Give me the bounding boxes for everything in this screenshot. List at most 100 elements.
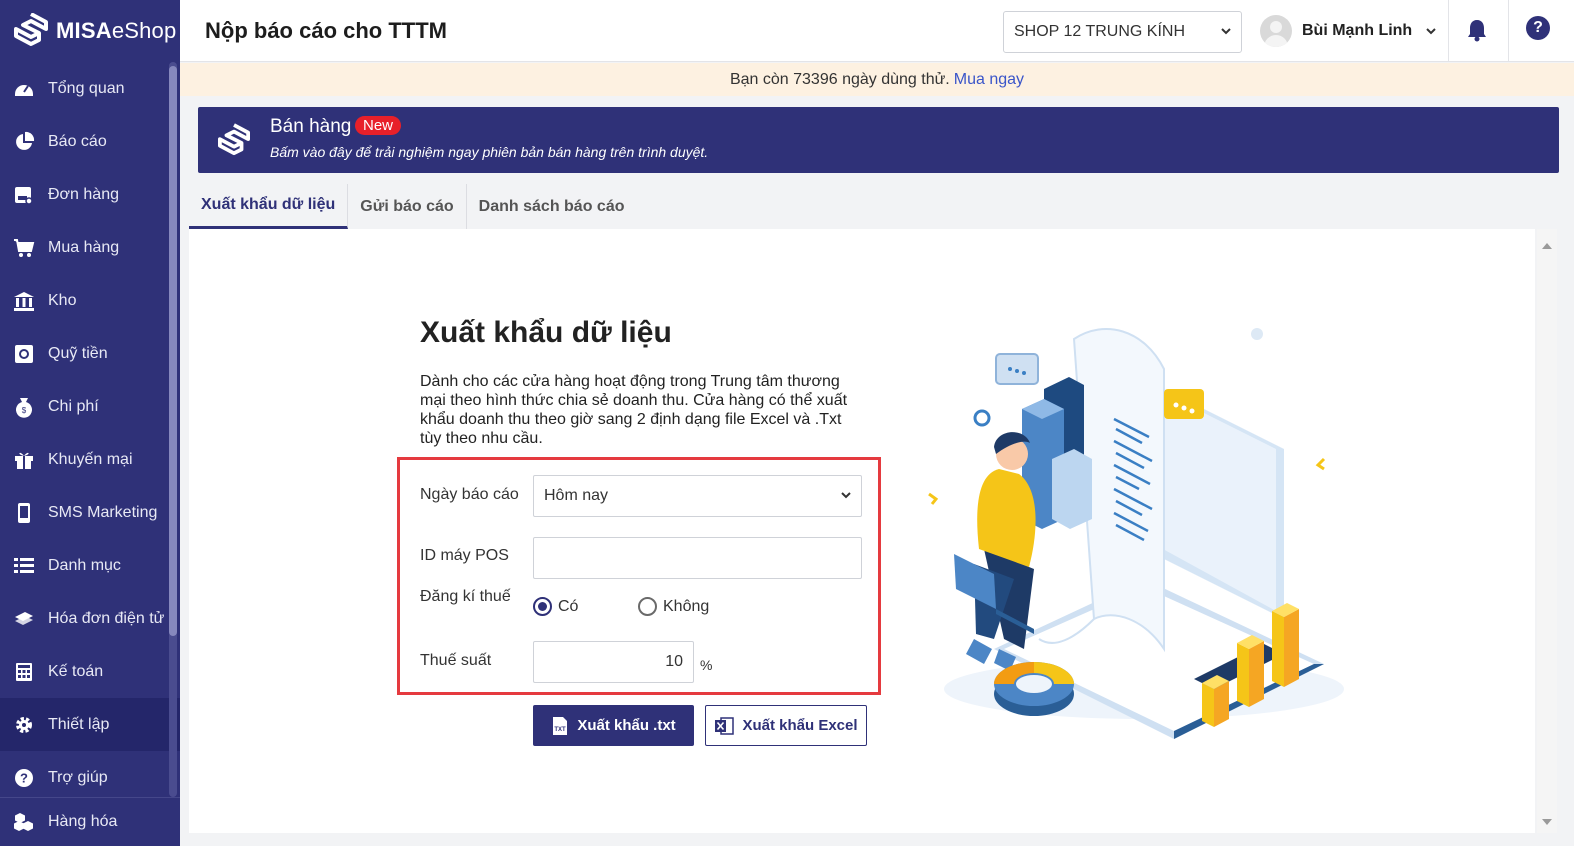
sidebar-item-label: Chi phí	[48, 397, 99, 415]
export-txt-button[interactable]: TXT Xuất khẩu .txt	[533, 705, 694, 746]
shop-select[interactable]: SHOP 12 TRUNG KÍNH	[1003, 11, 1242, 53]
sidebar-item-don-hang[interactable]: Đơn hàng	[0, 168, 180, 221]
sidebar-item-danh-muc[interactable]: Danh mục	[0, 539, 180, 592]
page-title: Nộp báo cáo cho TTTM	[205, 18, 447, 43]
tab-bar: Xuất khẩu dữ liệu Gửi báo cáo Danh sách …	[189, 184, 637, 229]
tax-no-radio[interactable]: Không	[638, 597, 709, 616]
svg-text:?: ?	[20, 770, 28, 785]
txt-file-icon: TXT	[551, 716, 569, 736]
calculator-icon	[12, 660, 36, 684]
section-description: Dành cho các cửa hàng hoạt động trong Tr…	[420, 373, 848, 447]
sidebar-item-ke-toan[interactable]: Kế toán	[0, 645, 180, 698]
app-logo[interactable]: MISAeShop	[0, 0, 180, 62]
notification-bell-icon[interactable]	[1466, 18, 1488, 47]
top-header: Nộp báo cáo cho TTTM SHOP 12 TRUNG KÍNH …	[180, 0, 1574, 62]
sidebar-item-tong-quan[interactable]: Tổng quan	[0, 62, 180, 115]
sidebar-item-bao-cao[interactable]: Báo cáo	[0, 115, 180, 168]
user-menu[interactable]: Bùi Mạnh Linh	[1260, 15, 1438, 47]
sidebar-scrollbar-thumb[interactable]	[169, 66, 177, 636]
export-panel: Xuất khẩu dữ liệu Dành cho các cửa hàng …	[189, 229, 1535, 833]
gear-icon	[12, 713, 36, 737]
sidebar-item-khuyen-mai[interactable]: Khuyến mại	[0, 433, 180, 486]
tax-registration-label: Đăng kí thuế	[420, 588, 511, 605]
sidebar-item-label: Danh mục	[48, 556, 121, 574]
tax-rate-input[interactable]: 10	[533, 641, 694, 683]
misa-logo-icon	[14, 13, 48, 46]
pie-chart-icon	[12, 130, 36, 154]
sidebar-item-label: Đơn hàng	[48, 185, 119, 203]
money-bag-icon: $	[12, 395, 36, 419]
report-date-value: Hôm nay	[544, 487, 609, 504]
export-excel-label: Xuất khẩu Excel	[742, 717, 858, 734]
sidebar-nav: Tổng quan Báo cáo Đơn hàng Mua hàng Kho …	[0, 62, 180, 804]
tab-danh-sach-bao-cao[interactable]: Danh sách báo cáo	[467, 184, 637, 229]
sidebar-item-label: Trợ giúp	[48, 768, 108, 786]
list-icon	[12, 554, 36, 578]
cart-icon	[12, 236, 36, 260]
sidebar-item-sms-marketing[interactable]: SMS Marketing	[0, 486, 180, 539]
sidebar: MISAeShop Tổng quan Báo cáo Đơn hàng Mua…	[0, 0, 180, 846]
help-icon[interactable]: ?	[1526, 16, 1550, 40]
report-date-select[interactable]: Hôm nay	[533, 475, 862, 517]
chevron-down-icon	[841, 492, 851, 499]
sidebar-item-label: Kho	[48, 291, 77, 309]
header-divider	[1508, 0, 1509, 62]
svg-text:$: $	[22, 406, 27, 415]
sidebar-item-quy-tien[interactable]: Quỹ tiền	[0, 327, 180, 380]
export-illustration	[928, 328, 1344, 739]
sidebar-item-mua-hang[interactable]: Mua hàng	[0, 221, 180, 274]
svg-text:TXT: TXT	[555, 727, 567, 733]
order-icon	[12, 183, 36, 207]
tax-rate-unit: %	[700, 657, 713, 673]
sidebar-item-label: Tổng quan	[48, 79, 125, 97]
sidebar-item-kho[interactable]: Kho	[0, 274, 180, 327]
sidebar-item-label: SMS Marketing	[48, 503, 158, 521]
trial-notice: Bạn còn 73396 ngày dùng thử. Mua ngay	[180, 63, 1574, 96]
report-date-label: Ngày báo cáo	[420, 486, 519, 503]
help-icon: ?	[12, 766, 36, 790]
tab-gui-bao-cao[interactable]: Gửi báo cáo	[348, 184, 467, 229]
phone-icon	[12, 501, 36, 525]
header-divider	[1448, 0, 1449, 62]
sidebar-item-label: Khuyến mại	[48, 450, 133, 468]
user-name: Bùi Mạnh Linh	[1302, 22, 1413, 39]
sidebar-item-hoa-don-dien-tu[interactable]: Hóa đơn điện tử	[0, 592, 180, 645]
sidebar-item-label: Quỹ tiền	[48, 344, 108, 362]
tax-rate-label: Thuế suất	[420, 652, 492, 669]
sidebar-item-label: Hàng hóa	[48, 813, 118, 830]
invoice-icon	[12, 607, 36, 631]
avatar	[1260, 15, 1292, 47]
excel-file-icon	[714, 716, 735, 736]
sidebar-item-hang-hoa[interactable]: Hàng hóa	[0, 797, 180, 846]
shop-select-value: SHOP 12 TRUNG KÍNH	[1014, 23, 1186, 40]
export-form: Ngày báo cáo Hôm nay ID máy POS Đăng kí …	[397, 457, 881, 695]
tax-no-label: Không	[663, 597, 710, 615]
export-txt-label: Xuất khẩu .txt	[577, 717, 676, 734]
chevron-down-icon	[1426, 28, 1436, 35]
sidebar-item-chi-phi[interactable]: $ Chi phí	[0, 380, 180, 433]
sidebar-item-label: Báo cáo	[48, 132, 107, 150]
pos-id-input[interactable]	[533, 537, 862, 579]
buy-now-link[interactable]: Mua ngay	[954, 71, 1024, 89]
misa-logo-icon	[218, 123, 250, 156]
warehouse-icon	[12, 289, 36, 313]
safe-icon	[12, 342, 36, 366]
app-name: MISAeShop	[56, 18, 177, 43]
trial-text: Bạn còn 73396 ngày dùng thử.	[729, 70, 950, 88]
content-scrollbar[interactable]	[1537, 229, 1557, 833]
sidebar-item-label: Hóa đơn điện tử	[48, 609, 165, 627]
export-excel-button[interactable]: Xuất khẩu Excel	[705, 705, 867, 746]
sidebar-item-label: Thiết lập	[48, 715, 110, 733]
dashboard-icon	[12, 77, 36, 101]
section-title: Xuất khẩu dữ liệu	[420, 316, 672, 349]
tax-yes-radio[interactable]: Có	[533, 597, 578, 616]
web-sales-banner[interactable]: Bán hàng New Bấm vào đây để trải nghiệm …	[198, 107, 1559, 173]
scroll-up-arrow-icon[interactable]	[1542, 243, 1552, 249]
tab-xuat-khau-du-lieu[interactable]: Xuất khẩu dữ liệu	[189, 184, 349, 229]
radio-unchecked-icon	[638, 597, 657, 616]
sidebar-item-thiet-lap[interactable]: Thiết lập	[0, 698, 180, 751]
scroll-down-arrow-icon[interactable]	[1542, 819, 1552, 825]
new-badge: New	[355, 116, 402, 135]
gift-icon	[12, 448, 36, 472]
tax-yes-label: Có	[558, 597, 579, 615]
